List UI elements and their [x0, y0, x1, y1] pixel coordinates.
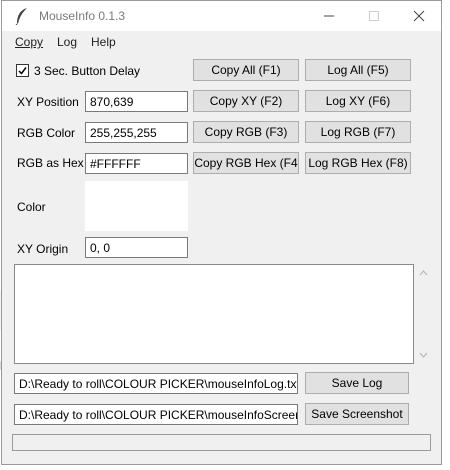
maximize-button[interactable]: [351, 1, 396, 31]
log-rgb-hex-button[interactable]: Log RGB Hex (F8): [305, 152, 411, 174]
scroll-up-icon: [419, 270, 428, 276]
log-rgb-button[interactable]: Log RGB (F7): [305, 121, 411, 143]
feather-icon: [15, 8, 27, 25]
title-bar: MouseInfo 0.1.3: [2, 1, 441, 31]
log-all-button[interactable]: Log All (F5): [305, 59, 411, 81]
log-textarea[interactable]: [14, 264, 414, 364]
delay-checkbox[interactable]: [16, 64, 29, 77]
log-xy-button[interactable]: Log XY (F6): [305, 90, 411, 112]
delay-label: 3 Sec. Button Delay: [34, 64, 141, 78]
save-screenshot-button[interactable]: Save Screenshot: [305, 403, 409, 425]
window-title: MouseInfo 0.1.3: [39, 9, 126, 23]
rgb-color-label: RGB Color: [17, 126, 76, 140]
menu-bar: Copy Log Help: [2, 31, 441, 53]
xy-position-label: XY Position: [17, 95, 79, 109]
menu-help[interactable]: Help: [91, 35, 116, 49]
copy-xy-button[interactable]: Copy XY (F2): [193, 90, 299, 112]
status-bar: [12, 434, 431, 451]
screenshot-file-path-field[interactable]: D:\Ready to roll\COLOUR PICKER\mouseInfo…: [14, 404, 298, 425]
rgb-hex-label: RGB as Hex: [17, 156, 84, 170]
xy-origin-field[interactable]: 0, 0: [85, 237, 188, 258]
color-label: Color: [17, 200, 46, 214]
copy-rgb-hex-button[interactable]: Copy RGB Hex (F4: [193, 152, 299, 174]
rgb-color-field[interactable]: 255,255,255: [85, 122, 188, 143]
close-icon: [413, 10, 425, 22]
save-log-button[interactable]: Save Log: [305, 372, 409, 394]
minimize-button[interactable]: [306, 1, 351, 31]
maximize-icon: [369, 11, 379, 21]
xy-position-field[interactable]: 870,639: [85, 91, 188, 112]
color-swatch: [85, 181, 188, 231]
mouseinfo-window: MouseInfo 0.1.3 Copy Log Help 3 Sec. But…: [1, 0, 442, 465]
log-file-path-field[interactable]: D:\Ready to roll\COLOUR PICKER\mouseInfo…: [14, 373, 298, 394]
log-scrollbar[interactable]: [415, 264, 432, 364]
menu-log[interactable]: Log: [57, 35, 77, 49]
xy-origin-label: XY Origin: [17, 242, 69, 256]
copy-rgb-button[interactable]: Copy RGB (F3): [193, 121, 299, 143]
checkmark-icon: [18, 67, 27, 75]
menu-copy[interactable]: Copy: [15, 35, 43, 49]
rgb-hex-field[interactable]: #FFFFFF: [85, 153, 188, 174]
copy-all-button[interactable]: Copy All (F1): [193, 59, 299, 81]
minimize-icon: [324, 15, 334, 17]
scroll-down-icon: [419, 352, 428, 358]
close-button[interactable]: [396, 1, 441, 31]
